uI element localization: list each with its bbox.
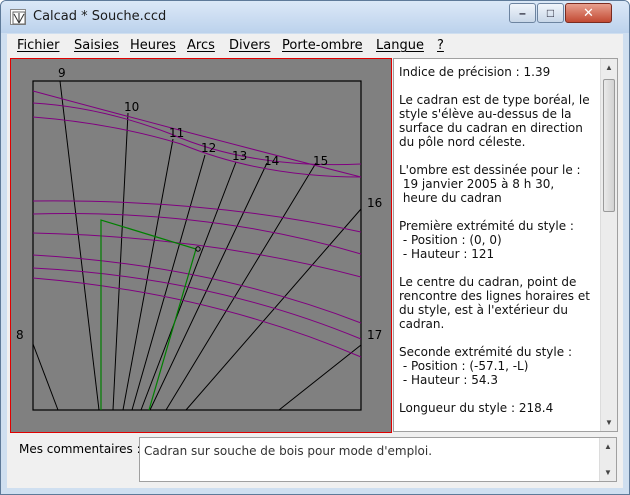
hour-line-10 (112, 112, 129, 411)
comments-text[interactable]: Cadran sur souche de bois pour mode d'em… (144, 444, 432, 458)
scroll-thumb[interactable] (603, 79, 615, 212)
hour-line-17 (278, 344, 362, 411)
style-shadow (100, 219, 197, 411)
hour-line-9 (59, 80, 100, 411)
menu-help[interactable]: ? (437, 38, 444, 53)
date-arc-5 (32, 213, 362, 255)
comments-scroll-up-icon[interactable]: ▲ (600, 438, 616, 455)
sundial-icon (12, 11, 26, 25)
menu-bar: Fichier Saisies Heures Arcs Divers Porte… (7, 34, 623, 56)
info-scrollbar[interactable]: ▲ ▼ (600, 59, 617, 431)
hour-label-16: 16 (367, 196, 382, 210)
hour-line-8 (32, 343, 59, 411)
date-arc-2 (32, 102, 362, 166)
hour-label-14: 14 (264, 154, 279, 168)
date-arc-3 (32, 116, 362, 178)
minimize-button[interactable]: – (509, 3, 536, 23)
scroll-up-icon[interactable]: ▲ (601, 59, 617, 76)
hour-label-13: 13 (232, 149, 247, 163)
hour-label-15: 15 (313, 154, 328, 168)
client-area: 8 9 10 11 12 13 14 15 16 17 Indice de pr… (7, 56, 623, 488)
comments-scroll-down-icon[interactable]: ▼ (600, 464, 616, 481)
menu-heures[interactable]: Heures (130, 38, 176, 53)
maximize-icon: □ (546, 6, 555, 20)
info-panel[interactable]: Indice de précision : 1.39 Le cadran est… (393, 58, 618, 432)
comments-label: Mes commentaires : (19, 442, 141, 456)
hour-line-11 (122, 138, 174, 411)
sundial-drawing: 8 9 10 11 12 13 14 15 16 17 (16, 66, 382, 411)
menu-divers[interactable]: Divers (229, 38, 270, 53)
app-icon[interactable] (10, 9, 26, 25)
minimize-icon: – (519, 6, 526, 20)
menu-arcs[interactable]: Arcs (187, 38, 215, 53)
shadow-line (100, 219, 197, 411)
hour-label-12: 12 (201, 141, 216, 155)
comments-scrollbar[interactable]: ▲ ▼ (599, 438, 616, 481)
menu-porte-ombre[interactable]: Porte-ombre (282, 38, 363, 53)
scroll-down-icon[interactable]: ▼ (601, 414, 617, 431)
maximize-button[interactable]: □ (537, 3, 564, 23)
menu-fichier[interactable]: Fichier (17, 38, 60, 53)
menu-saisies[interactable]: Saisies (74, 38, 119, 53)
date-arc-4 (32, 200, 362, 233)
window-title: Calcad * Souche.ccd (33, 9, 167, 24)
hour-line-16 (185, 208, 362, 411)
hour-label-8: 8 (16, 328, 24, 342)
date-arc-9 (32, 277, 362, 358)
hour-label-10: 10 (124, 100, 139, 114)
app-window: Calcad * Souche.ccd – □ ✕ Fichier Saisie… (0, 0, 630, 495)
hour-label-17: 17 (367, 328, 382, 342)
hour-label-9: 9 (58, 66, 66, 80)
sundial-canvas[interactable]: 8 9 10 11 12 13 14 15 16 17 (10, 58, 392, 433)
comments-field[interactable]: Cadran sur souche de bois pour mode d'em… (139, 437, 617, 482)
info-text: Indice de précision : 1.39 Le cadran est… (399, 65, 590, 415)
menu-langue[interactable]: Langue (376, 38, 424, 53)
hour-label-11: 11 (169, 126, 184, 140)
close-button[interactable]: ✕ (565, 3, 612, 23)
date-arcs (32, 90, 362, 358)
title-bar[interactable]: Calcad * Souche.ccd – □ ✕ (1, 1, 629, 33)
close-icon: ✕ (583, 5, 594, 20)
